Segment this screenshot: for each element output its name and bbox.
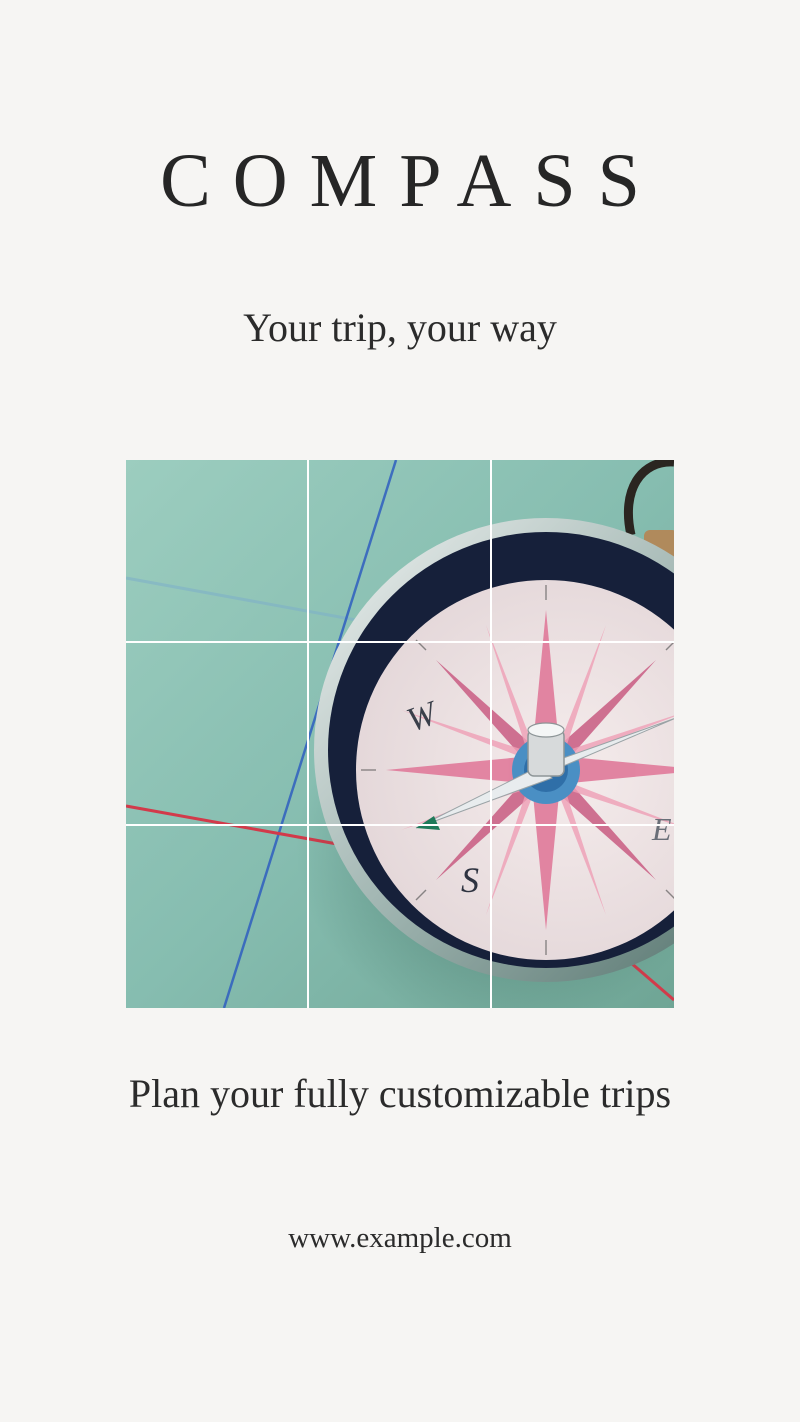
website-link[interactable]: www.example.com [0,1222,800,1255]
svg-text:S: S [461,860,479,900]
brand-title: COMPASS [160,139,662,223]
grid-line [126,641,674,643]
tagline: Your trip, your way [243,305,557,350]
compass-photo: W S E [126,460,674,1008]
grid-line [307,460,309,1008]
grid-line [126,824,674,826]
svg-text:E: E [651,811,672,847]
grid-line [490,460,492,1008]
compass-illustration: W S E [126,460,674,1008]
description: Plan your fully customizable trips [128,1071,672,1116]
